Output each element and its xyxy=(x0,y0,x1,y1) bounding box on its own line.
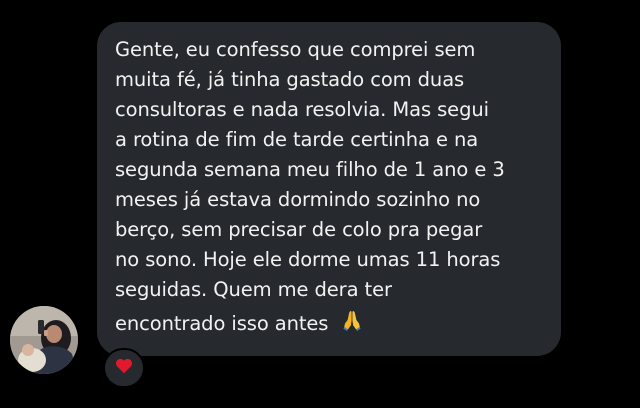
reaction-badge[interactable] xyxy=(103,348,145,388)
message-line: muita fé, já tinha gastado com duas xyxy=(115,68,465,91)
message-line-text: encontrado isso antes xyxy=(115,312,329,335)
message-line: Gente, eu confesso que comprei sem xyxy=(115,38,476,61)
avatar[interactable] xyxy=(10,306,78,374)
message-line: consultoras e nada resolvia. Mas segui xyxy=(115,98,489,121)
chat-screen: Gente, eu confesso que comprei sem muita… xyxy=(0,0,640,408)
folded-hands-icon xyxy=(340,308,364,338)
red-heart-icon xyxy=(115,358,133,378)
message-line: berço, sem precisar de colo pra pegar xyxy=(115,218,483,241)
message-line: a rotina de fim de tarde certinha e na xyxy=(115,128,479,151)
message-line: no sono. Hoje ele dorme umas 11 horas xyxy=(115,248,501,271)
message-line: segunda semana meu filho de 1 ano e 3 xyxy=(115,158,505,181)
message-line: meses já estava dormindo sozinho no xyxy=(115,188,481,211)
message-line: seguidas. Quem me dera ter xyxy=(115,278,392,301)
avatar-photo xyxy=(10,306,78,374)
message-line-last: encontrado isso antes xyxy=(115,308,364,338)
